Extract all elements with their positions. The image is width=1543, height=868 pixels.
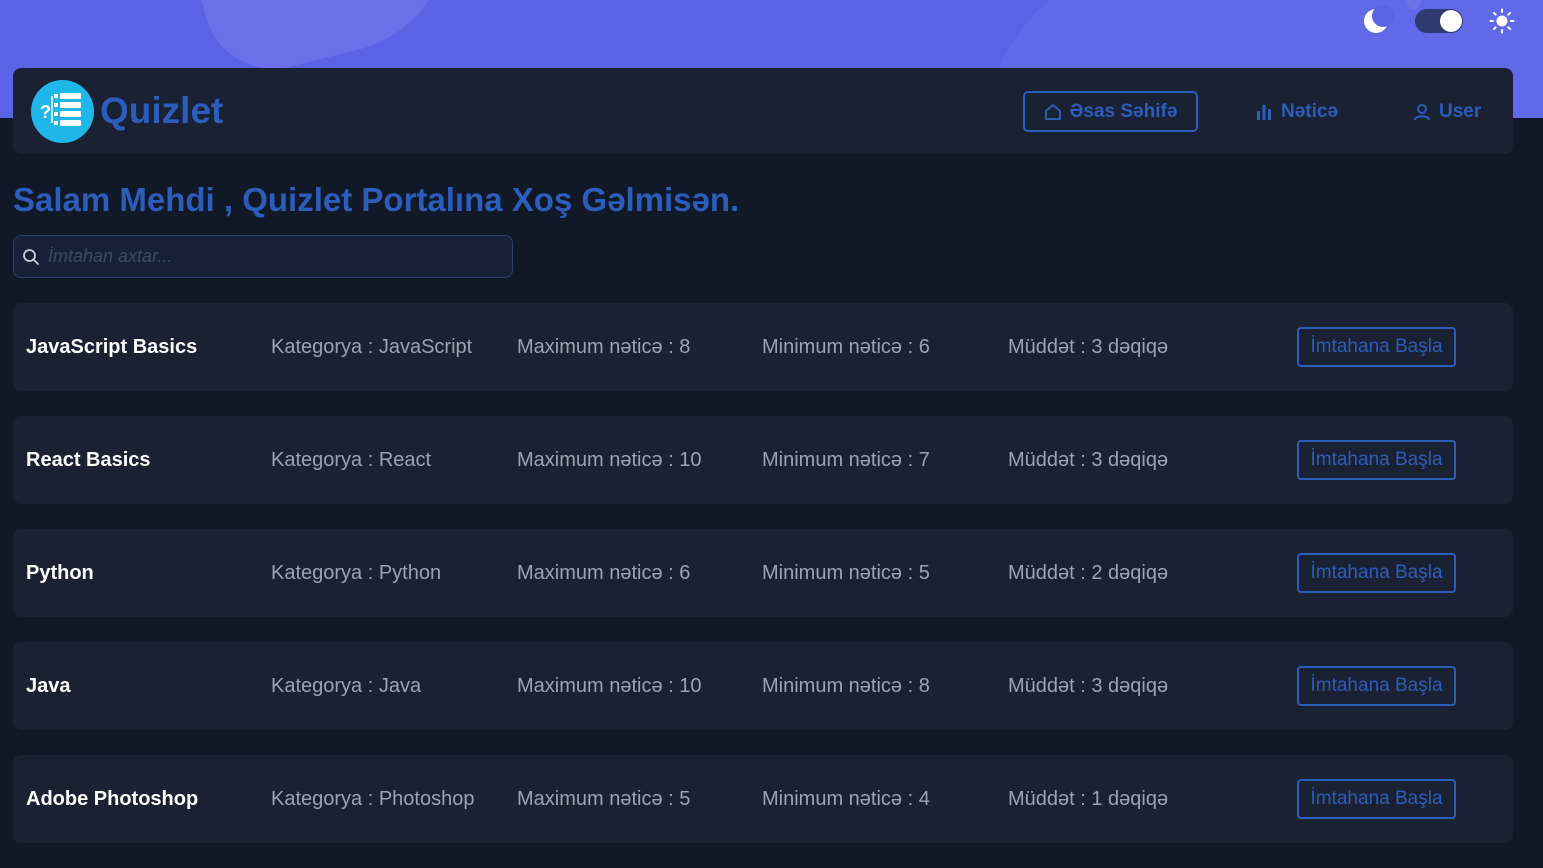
brand-name[interactable]: Quizlet <box>100 90 223 132</box>
moon-icon[interactable] <box>1363 5 1394 34</box>
navbar: ? Quizlet Əsas Səhifə Nəticə User <box>13 68 1513 154</box>
quiz-min-score: Minimum nəticə : 6 <box>762 336 930 358</box>
start-exam-button[interactable]: İmtahana Başla <box>1297 440 1456 480</box>
start-exam-button[interactable]: İmtahana Başla <box>1297 327 1456 367</box>
quiz-category: Kategorya : Java <box>271 675 422 697</box>
nav-home-label: Əsas Səhifə <box>1069 100 1178 122</box>
quiz-title: React Basics <box>26 449 151 471</box>
search-input[interactable] <box>48 246 512 267</box>
quiz-row: Java Kategorya : Java Maximum nəticə : 1… <box>13 642 1513 730</box>
quiz-list: JavaScript Basics Kategorya : JavaScript… <box>13 303 1513 868</box>
quiz-title: Python <box>26 562 94 584</box>
theme-switcher <box>1363 0 1515 34</box>
sun-icon[interactable] <box>1489 8 1515 34</box>
toggle-decoration <box>1407 0 1421 9</box>
quiz-category: Kategorya : Photoshop <box>271 788 475 810</box>
quiz-duration: Müddət : 3 dəqiqə <box>1008 336 1169 358</box>
quiz-row: React Basics Kategorya : React Maximum n… <box>13 416 1513 504</box>
nav-results-link[interactable]: Nəticə <box>1255 101 1338 123</box>
quiz-max-score: Maximum nəticə : 10 <box>517 449 702 471</box>
nav-home-button[interactable]: Əsas Səhifə <box>1023 91 1198 132</box>
start-exam-button[interactable]: İmtahana Başla <box>1297 666 1456 706</box>
quiz-category: Kategorya : React <box>271 449 432 471</box>
quiz-max-score: Maximum nəticə : 5 <box>517 788 691 810</box>
bar-chart-icon <box>1257 105 1271 120</box>
quiz-category: Kategorya : Python <box>271 562 442 584</box>
quiz-title: Adobe Photoshop <box>26 788 199 810</box>
quiz-max-score: Maximum nəticə : 10 <box>517 675 702 697</box>
quiz-duration: Müddət : 3 dəqiqə <box>1008 675 1169 697</box>
toggle-knob <box>1440 10 1462 32</box>
quiz-min-score: Minimum nəticə : 8 <box>762 675 930 697</box>
start-exam-button[interactable]: İmtahana Başla <box>1297 779 1456 819</box>
quiz-title: Java <box>26 675 71 697</box>
quiz-min-score: Minimum nəticə : 5 <box>762 562 930 584</box>
quiz-row: Python Kategorya : Python Maximum nəticə… <box>13 529 1513 617</box>
quiz-max-score: Maximum nəticə : 6 <box>517 562 691 584</box>
user-icon <box>1414 104 1430 121</box>
quiz-row: Adobe Photoshop Kategorya : Photoshop Ma… <box>13 755 1513 843</box>
home-icon <box>1044 103 1061 120</box>
quiz-title: JavaScript Basics <box>26 336 198 358</box>
theme-toggle[interactable] <box>1407 0 1463 33</box>
quiz-min-score: Minimum nəticə : 7 <box>762 449 930 471</box>
quizlet-logo-icon[interactable]: ? <box>31 80 94 143</box>
nav-user-link[interactable]: User <box>1413 101 1481 123</box>
quiz-duration: Müddət : 3 dəqiqə <box>1008 449 1169 471</box>
quiz-row: JavaScript Basics Kategorya : JavaScript… <box>13 303 1513 391</box>
svg-text:?: ? <box>40 102 51 122</box>
quiz-duration: Müddət : 1 dəqiqə <box>1008 788 1169 810</box>
quiz-duration: Müddət : 2 dəqiqə <box>1008 562 1169 584</box>
nav-results-label: Nəticə <box>1281 101 1339 122</box>
quiz-category: Kategorya : JavaScript <box>271 336 473 358</box>
search-icon <box>23 248 39 265</box>
quiz-max-score: Maximum nəticə : 8 <box>517 336 691 358</box>
welcome-heading: Salam Mehdi , Quizlet Portalına Xoş Gəlm… <box>13 181 740 218</box>
nav-user-label: User <box>1439 101 1482 122</box>
start-exam-button[interactable]: İmtahana Başla <box>1297 553 1456 593</box>
search-bar[interactable] <box>13 235 513 278</box>
quiz-min-score: Minimum nəticə : 4 <box>762 788 930 810</box>
